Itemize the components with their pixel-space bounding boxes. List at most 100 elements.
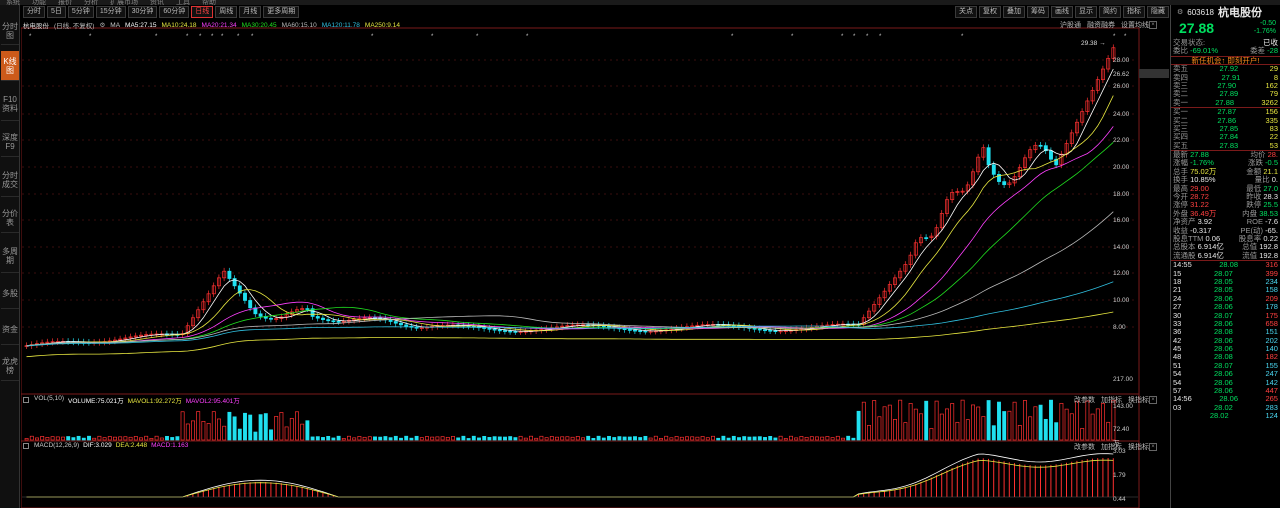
option-button[interactable]: 关点 [955,6,977,18]
vol-panel-close-icon[interactable]: × [1149,396,1157,404]
ad-banner[interactable]: 新任机会↑ 即刻开户! [1171,55,1280,65]
volume-bar [794,437,799,441]
option-button[interactable]: 显示 [1075,6,1097,18]
period-button[interactable]: 15分钟 [95,6,126,18]
panel-tool-link[interactable]: 融资融券 [1087,20,1115,30]
event-marker: * [237,34,240,40]
axis-tick-label: 12.00 [1113,270,1130,277]
period-button[interactable]: 30分钟 [127,6,158,18]
panel-tool-link[interactable]: 改参数 [1074,442,1095,452]
candle-body [399,322,403,326]
chart-area[interactable]: * * * * * * * * * * * * * * * * * * * * * * 29.38 → 杭电股份 (日线, … [21,19,1169,508]
sidebar-tab[interactable]: 多周期 [1,239,19,273]
option-button[interactable]: 复权 [979,6,1001,18]
order-book-row: 卖一 27.88 3262 [1171,97,1280,107]
volume-bar [633,436,637,441]
volume-bar [367,436,372,441]
period-button[interactable]: 5日 [47,6,66,18]
volume-bar [497,436,502,441]
panel-tool-link[interactable]: 设置均线 [1121,20,1149,30]
volume-bar [809,436,814,441]
period-button[interactable]: 5分钟 [67,6,94,18]
volume-bar [336,435,341,441]
volume-bar [24,438,29,441]
volume-bar [908,403,913,441]
option-button[interactable]: 简约 [1099,6,1121,18]
volume-bar [627,436,632,441]
main-panel-close-icon[interactable]: × [1149,21,1157,29]
sidebar-tab[interactable]: 资金 [1,315,19,345]
candle-body [768,329,773,332]
event-marker: * [526,34,529,40]
volume-bar [102,437,107,441]
volume-bar [586,435,591,441]
option-button[interactable]: 筹码 [1027,6,1049,18]
panel-tool-link[interactable]: 沪股通 [1060,20,1081,30]
sidebar-tab[interactable]: 分时成交 [1,163,19,197]
panel-tool-link[interactable]: 换指标 [1128,442,1149,452]
axis-tick-label: 8.00 [1113,324,1126,331]
volume-bar [503,436,507,441]
volume-bar [700,436,705,441]
volume-bar [300,423,305,441]
event-marker: * [961,34,964,40]
volume-bar [591,438,596,441]
current-price: 27.88 [1179,20,1215,36]
macd-panel-close-icon[interactable]: × [1149,443,1157,451]
volume-bar [877,416,882,441]
period-button[interactable]: 60分钟 [159,6,190,18]
event-marker: * [251,34,254,40]
book-price: 27.88 [1215,97,1235,107]
stock-code: 603618 [1187,7,1214,17]
book-level-label: 卖一 [1173,97,1188,107]
volume-bar [487,437,492,441]
volume-bar [1080,428,1085,441]
volume-bar [607,435,611,441]
candle-body [305,308,310,310]
header-settings-icon[interactable]: ⚙ [1177,8,1183,16]
candle-body [757,328,762,331]
volume-bar [232,416,237,441]
settings-gear-icon[interactable]: ⚙ [99,21,105,29]
sidebar-tab[interactable]: 深度F9 [1,127,19,157]
sidebar-tab[interactable]: 龙虎榜 [1,351,19,381]
candle-body [497,329,502,332]
sidebar-tab[interactable]: 多股 [1,279,19,309]
quote-header: ⚙ 603618 杭电股份 [1171,5,1280,19]
axis-tick-label: 18.00 [1113,191,1130,198]
macd-square-icon[interactable] [23,442,29,449]
kline-chart-svg[interactable]: * * * * * * * * * * * * * * * * * * * * * * 29.38 → [21,19,1169,508]
period-button[interactable]: 月线 [239,6,262,18]
volume-bar [789,435,793,441]
volume-bar [570,436,575,441]
max-price-label: 29.38 → [1081,40,1106,47]
volume-bar [565,436,570,441]
panel-tool-link[interactable]: 改参数 [1074,395,1095,405]
sidebar-tab[interactable]: K线图 [1,51,19,81]
sidebar-tab[interactable]: 分时图 [1,17,19,45]
volume-bar [92,437,97,441]
volume-bar [1090,413,1095,441]
volume-bar [950,403,955,441]
period-button[interactable]: 周线 [215,6,238,18]
volume-bar [643,435,648,441]
volume-bar [846,435,851,441]
option-button[interactable]: 画线 [1051,6,1073,18]
volume-bar [830,437,835,441]
axis-tick-label: 26.62 [1113,71,1130,78]
ad-text[interactable]: 新任机会↑ 即刻开户! [1192,56,1260,65]
vol-square-icon[interactable] [23,397,29,403]
ma-line [26,142,1114,347]
volume-bar [1012,401,1017,441]
sidebar-tab[interactable]: 分价表 [1,203,19,233]
period-button[interactable]: 日线 [191,6,214,18]
candle-body [315,316,320,319]
option-button[interactable]: 叠加 [1003,6,1025,18]
period-button[interactable]: 分时 [23,6,45,18]
period-button[interactable]: 更多周期 [263,6,300,18]
volume-bar [456,437,461,441]
sidebar-tab[interactable]: F10资料 [1,87,19,121]
option-button[interactable]: 隐藏 [1147,6,1169,18]
option-button[interactable]: 指标 [1123,6,1145,18]
candle-body [331,320,336,323]
